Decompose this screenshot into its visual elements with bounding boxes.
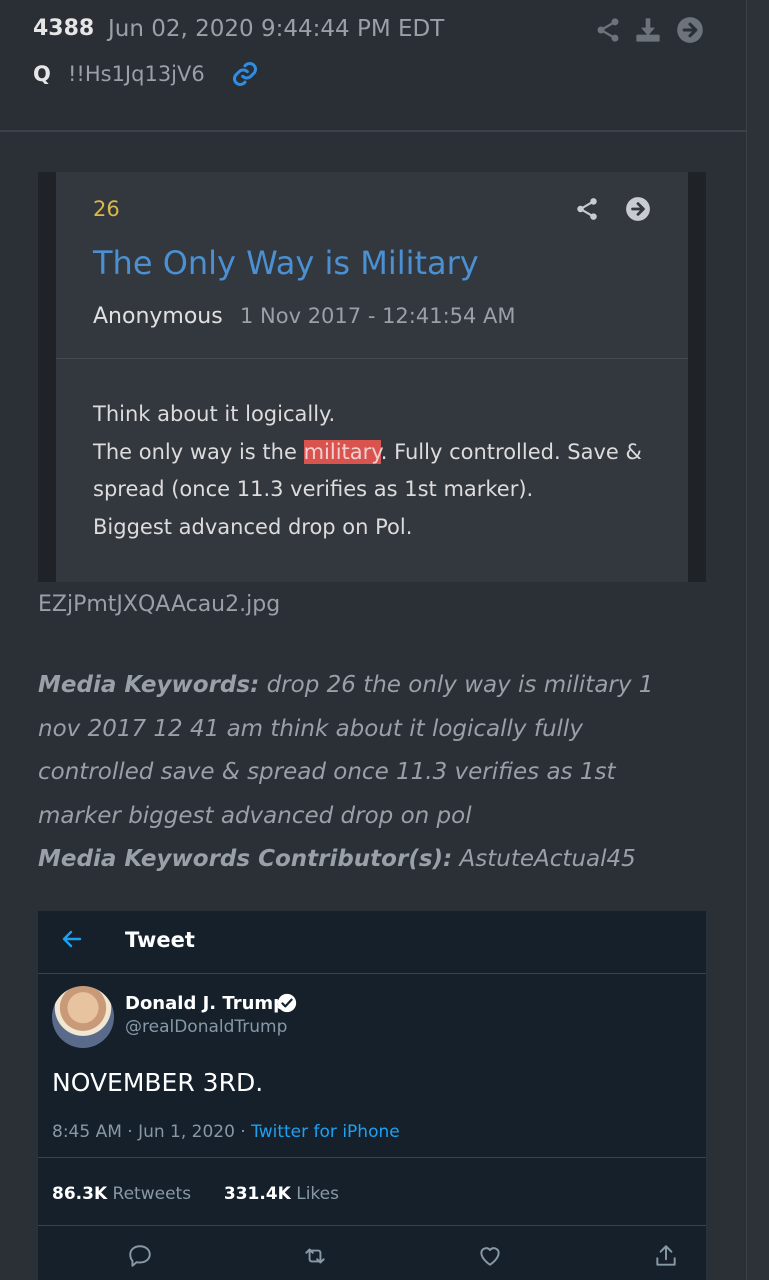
contributors-label: Media Keywords Contributor(s):: [38, 846, 453, 872]
like-count[interactable]: 331.4K: [224, 1184, 291, 1204]
verified-badge-icon: [277, 993, 297, 1013]
scrollbar-gutter[interactable]: [746, 0, 769, 1280]
drop-line: The only way is the military. Fully cont…: [93, 434, 673, 509]
divider: [38, 1225, 706, 1226]
retweet-icon[interactable]: [302, 1243, 328, 1269]
arrow-right-circle-icon[interactable]: [676, 16, 704, 44]
drop-number[interactable]: 26: [93, 197, 120, 221]
drop-body: Think about it logically. The only way i…: [93, 396, 673, 546]
retweet-count[interactable]: 86.3K: [52, 1184, 107, 1204]
tweet-time: 8:45 AM · Jun 1, 2020 ·: [52, 1122, 252, 1142]
post-number[interactable]: 4388: [33, 16, 94, 41]
keywords-label: Media Keywords:: [38, 672, 260, 698]
tweet-screenshot: Tweet Donald J. Trump @realDonaldTrump N…: [38, 911, 706, 1280]
quoted-drop-card: 26 The Only Way is Military Anonymous 1 …: [56, 172, 688, 582]
drop-share-icon[interactable]: [574, 196, 600, 222]
back-arrow-icon[interactable]: [60, 927, 84, 951]
like-label: Likes: [290, 1184, 339, 1204]
tweet-header-title: Tweet: [125, 928, 195, 952]
post-tripcode: !!Hs1Jq13jV6: [68, 62, 205, 86]
tweet-author-handle[interactable]: @realDonaldTrump: [125, 1017, 287, 1037]
post-date: Jun 02, 2020 9:44:44 PM EDT: [108, 16, 445, 42]
drop-date: 1 Nov 2017 - 12:41:54 AM: [240, 304, 516, 328]
tweet-text: NOVEMBER 3RD.: [52, 1068, 264, 1097]
avatar[interactable]: [52, 986, 114, 1048]
drop-header: 26 The Only Way is Military Anonymous 1 …: [56, 172, 688, 359]
download-icon[interactable]: [634, 16, 662, 44]
reply-icon[interactable]: [127, 1243, 153, 1269]
drop-text: The only way is the: [93, 439, 304, 464]
tweet-timestamp: 8:45 AM · Jun 1, 2020 · Twitter for iPho…: [52, 1122, 400, 1142]
drop-author: Anonymous: [93, 304, 223, 329]
post-author: Q: [33, 62, 51, 86]
share-upload-icon[interactable]: [653, 1243, 679, 1269]
highlighted-term: military: [303, 439, 381, 464]
divider: [38, 973, 706, 974]
tweet-source-link[interactable]: Twitter for iPhone: [251, 1122, 400, 1142]
drop-line: Think about it logically.: [93, 402, 336, 426]
tweet-author-name[interactable]: Donald J. Trump: [125, 993, 286, 1014]
like-heart-icon[interactable]: [477, 1243, 503, 1269]
link-icon[interactable]: [230, 60, 260, 88]
drop-title: The Only Way is Military: [93, 244, 479, 282]
drop-line: Biggest advanced drop on Pol.: [93, 514, 413, 539]
drop-arrow-right-circle-icon[interactable]: [625, 196, 651, 222]
post-header: 4388 Jun 02, 2020 9:44:44 PM EDT Q !!Hs1…: [0, 0, 746, 132]
tweet-stats: 86.3K Retweets 331.4K Likes: [52, 1184, 339, 1204]
share-icon[interactable]: [594, 16, 622, 44]
media-keywords: Media Keywords: drop 26 the only way is …: [38, 664, 688, 882]
retweet-label: Retweets: [107, 1184, 192, 1204]
divider: [38, 1157, 706, 1158]
media-filename[interactable]: EZjPmtJXQAAcau2.jpg: [38, 592, 280, 617]
contributors-text: AstuteActual45: [452, 846, 636, 872]
